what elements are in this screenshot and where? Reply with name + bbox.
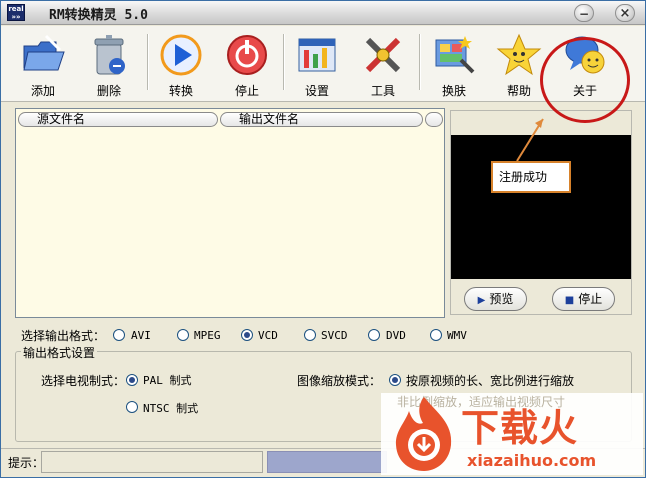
radio-dvd[interactable] xyxy=(368,329,380,341)
power-icon xyxy=(227,35,267,75)
skin-button[interactable]: 换肤 xyxy=(426,30,482,98)
settings-label: 设置 xyxy=(304,84,329,98)
radio-svcd[interactable] xyxy=(304,329,316,341)
radio-pal-label: PAL 制式 xyxy=(143,374,192,387)
watermark: 非比例缩放，适应输出视频尺寸 下载火 xiazaihuo.com xyxy=(381,393,643,475)
registration-callout: 注册成功 xyxy=(491,161,571,193)
add-button[interactable]: 添加 xyxy=(15,30,71,98)
annotation-arrow-icon xyxy=(516,118,544,162)
settings-window-icon xyxy=(298,38,336,72)
preview-stop-label: 停止 xyxy=(578,292,603,306)
toolbar-separator xyxy=(283,34,285,90)
tools-button[interactable]: 工具 xyxy=(355,30,411,98)
stop-small-icon: ■ xyxy=(564,295,575,306)
radio-wmv-label: WMV xyxy=(447,329,467,342)
trash-icon xyxy=(94,35,125,75)
status-label: 提示： xyxy=(8,456,45,470)
window-title: RM转换精灵 5.0 xyxy=(49,8,148,23)
watermark-url: xiazaihuo.com xyxy=(467,451,597,470)
minimize-button[interactable]: − xyxy=(574,4,594,22)
radio-mpeg-label: MPEG xyxy=(194,329,221,342)
file-list[interactable]: 源文件名 输出文件名 xyxy=(15,108,445,318)
radio-mpeg[interactable] xyxy=(177,329,189,341)
radio-avi-label: AVI xyxy=(131,329,151,342)
radio-avi[interactable] xyxy=(113,329,125,341)
output-format-label: 选择输出格式： xyxy=(21,329,106,343)
radio-scale-keep-ratio-label: 按原视频的长、宽比例进行缩放 xyxy=(406,374,575,388)
tv-standard-label: 选择电视制式： xyxy=(41,374,126,388)
settings-button[interactable]: 设置 xyxy=(289,30,345,98)
radio-vcd-label: VCD xyxy=(258,329,278,342)
radio-dvd-label: DVD xyxy=(386,329,406,342)
radio-vcd[interactable] xyxy=(241,329,253,341)
title-bar[interactable]: real»» RM转换精灵 5.0 − × xyxy=(1,1,645,25)
radio-ntsc[interactable] xyxy=(126,401,138,413)
app-icon: real»» xyxy=(7,4,25,21)
radio-pal[interactable] xyxy=(126,374,138,386)
watermark-brand: 下载火 xyxy=(461,406,579,450)
toolbar-separator xyxy=(147,34,149,90)
add-label: 添加 xyxy=(30,84,55,98)
radio-svcd-label: SVCD xyxy=(321,329,348,342)
help-button[interactable]: 帮助 xyxy=(491,30,547,98)
preview-button-label: 预览 xyxy=(489,292,514,306)
tools-icon xyxy=(365,37,401,73)
column-header-source[interactable]: 源文件名 xyxy=(18,112,218,127)
scale-mode-label: 图像缩放模式： xyxy=(297,374,382,388)
delete-label: 删除 xyxy=(96,84,121,98)
progress-bar xyxy=(267,451,387,473)
convert-button[interactable]: 转换 xyxy=(153,30,209,98)
tools-label: 工具 xyxy=(370,84,395,98)
radio-scale-keep-ratio[interactable] xyxy=(389,374,401,386)
convert-label: 转换 xyxy=(168,84,193,98)
delete-button[interactable]: 删除 xyxy=(81,30,137,98)
app-icon-label: real xyxy=(8,5,24,13)
skin-icon xyxy=(435,36,475,74)
star-icon xyxy=(496,33,542,76)
preview-stop-button[interactable]: ■ 停止 xyxy=(552,287,615,311)
play-small-icon: ▶ xyxy=(477,295,486,306)
app-window: real»» RM转换精灵 5.0 − × 添加 删除 转换 停止 设置 工具 … xyxy=(0,0,646,478)
play-icon xyxy=(160,34,202,76)
radio-ntsc-label: NTSC 制式 xyxy=(143,402,199,415)
flame-logo-icon xyxy=(395,397,452,471)
stop-button[interactable]: 停止 xyxy=(219,30,275,98)
highlight-circle xyxy=(540,37,630,123)
column-header-end xyxy=(425,112,443,127)
output-settings-title: 输出格式设置 xyxy=(21,344,98,361)
status-field xyxy=(41,451,263,473)
radio-wmv[interactable] xyxy=(430,329,442,341)
skin-label: 换肤 xyxy=(441,84,466,98)
preview-button[interactable]: ▶ 预览 xyxy=(464,287,527,311)
column-header-output[interactable]: 输出文件名 xyxy=(220,112,423,127)
toolbar-separator xyxy=(419,34,421,90)
stop-label: 停止 xyxy=(234,84,259,98)
help-label: 帮助 xyxy=(506,84,531,98)
open-folder-icon xyxy=(23,34,65,71)
close-button[interactable]: × xyxy=(615,4,635,22)
